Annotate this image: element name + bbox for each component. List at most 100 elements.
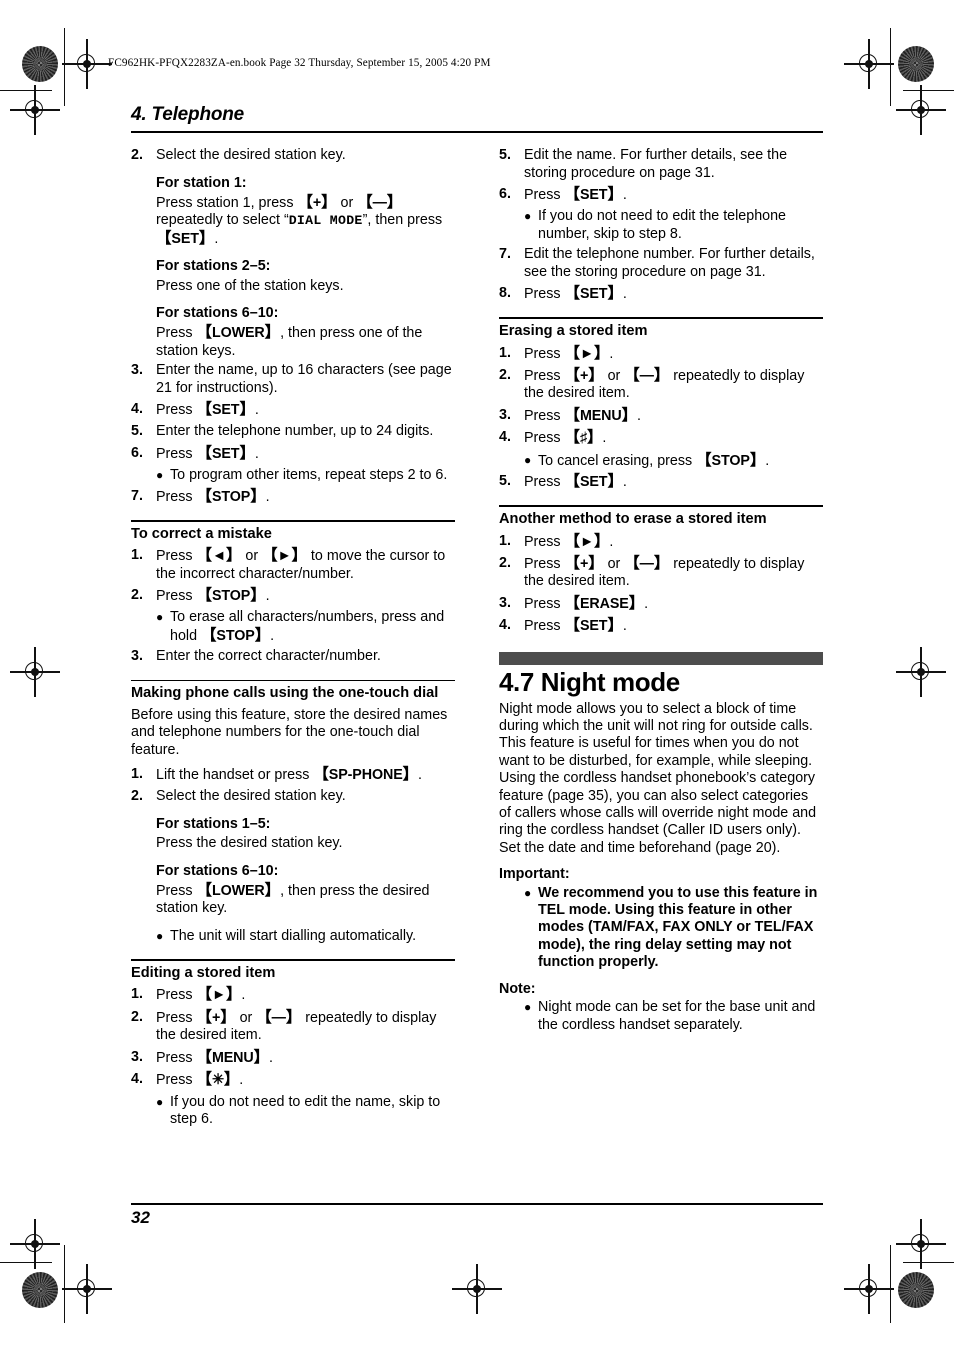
key-bracket-open: 【 <box>156 229 172 247</box>
key-bracket-close: 】 <box>587 429 603 447</box>
key-label: ◄ <box>211 548 226 565</box>
section-rule <box>131 959 455 961</box>
step-text: Edit the telephone number. For further d… <box>524 246 815 280</box>
key-label: SET <box>579 618 608 635</box>
key-cap: 【—】 <box>624 366 669 384</box>
halftone-density-target-top-right <box>898 46 934 82</box>
key-cap: 【STOP】 <box>201 627 270 644</box>
key-bracket-open: 【 <box>196 1008 213 1026</box>
page-number: 32 <box>131 1208 150 1228</box>
bullet-item: ● We recommend you to use this feature in… <box>524 885 823 972</box>
section-intro-paragraph: Before using this feature, store the des… <box>131 706 448 758</box>
numbered-step: 1. Press 【►】. <box>499 345 823 363</box>
important-label: Important: <box>499 866 570 883</box>
bullet-text: Night mode can be set for the base unit … <box>538 999 816 1033</box>
step-text: Press 【♯】. <box>524 429 607 447</box>
bullet-text: To erase all characters/numbers, press a… <box>170 609 445 644</box>
key-bracket-close: 】 <box>250 487 266 505</box>
crop-line-bottom-left-horizontal <box>0 1262 52 1264</box>
key-bracket-close: 】 <box>653 554 670 572</box>
step-text: Press 【SET】. <box>524 472 627 490</box>
step-text: Press 【ERASE】. <box>524 594 649 612</box>
key-cap: 【ERASE】 <box>565 595 645 612</box>
sub-procedure-text: Press station 1, press 【+】 or 【—】 repeat… <box>156 193 443 247</box>
key-cap: 【+】 <box>297 194 336 211</box>
bullet-item: ● To erase all characters/numbers, press … <box>156 609 455 645</box>
right-column: 5. Edit the name. For further details, se… <box>499 147 823 1131</box>
key-bracket-open: 【 <box>196 444 213 462</box>
key-bracket-open: 【 <box>196 1071 213 1089</box>
key-label: STOP <box>216 627 255 644</box>
key-bracket-open: 【 <box>564 472 581 490</box>
bullet-item: ● To cancel erasing, press 【STOP】. <box>524 452 823 470</box>
section-heading: Editing a stored item <box>131 964 276 981</box>
step-text: Press 【+】 or 【—】 repeatedly to display t… <box>524 554 805 590</box>
key-bracket-close: 】 <box>291 547 308 565</box>
book-file-header: FC962HK-PFQX2283ZA-en.book Page 32 Thurs… <box>108 57 491 69</box>
step-number: 2. <box>131 587 143 603</box>
key-label: STOP <box>711 452 750 469</box>
key-bracket-close: 】 <box>250 587 266 604</box>
step-number: 8. <box>499 284 511 301</box>
key-bracket-close: 】 <box>264 324 281 342</box>
numbered-step: 1. Press 【►】. <box>131 986 455 1004</box>
key-label: ► <box>277 548 292 565</box>
bullet-item: ● To program other items, repeat steps 2 … <box>156 467 455 484</box>
key-bracket-open: 【 <box>564 366 581 384</box>
step-number: 5. <box>499 472 511 489</box>
key-label: LOWER <box>211 883 265 900</box>
step-text: Press 【►】. <box>524 532 614 550</box>
feature-title: 4.7 Night mode <box>499 666 680 697</box>
numbered-step: 2. Press 【+】 or 【—】 repeatedly to display… <box>131 1009 455 1045</box>
step-text: Press 【SET】. <box>524 617 627 635</box>
bullet-item: ● If you do not need to edit the telephon… <box>524 208 823 243</box>
key-label: LOWER <box>211 325 265 342</box>
step-text: Press 【MENU】. <box>524 406 642 424</box>
key-bracket-close: 】 <box>607 472 623 490</box>
crop-line-top-right-vertical <box>890 28 892 106</box>
numbered-step: 6. Press 【SET】. <box>131 445 455 463</box>
key-bracket-close: 】 <box>226 547 242 565</box>
footer-rule <box>131 1203 823 1206</box>
key-bracket-close: 】 <box>607 617 623 635</box>
bullet-text: To cancel erasing, press 【STOP】. <box>538 451 770 469</box>
bullet-dot-icon: ● <box>156 610 164 625</box>
key-label: ERASE <box>579 595 629 612</box>
bullet-text: If you do not need to edit the telephone… <box>538 208 787 242</box>
numbered-step: 2. Press 【+】 or 【—】 repeatedly to display… <box>499 367 823 403</box>
numbered-step: 5. Enter the telephone number, up to 24 d… <box>131 423 455 440</box>
step-number: 3. <box>131 648 143 665</box>
step-number: 2. <box>131 788 143 805</box>
key-bracket-open: 【 <box>196 1048 213 1066</box>
key-label: SP-PHONE <box>328 767 403 784</box>
step-text: Lift the handset or press 【SP-PHONE】. <box>156 766 423 784</box>
section-heading: Another method to erase a stored item <box>499 510 767 527</box>
key-cap: 【SET】 <box>196 400 255 418</box>
key-bracket-open: 【 <box>564 406 581 424</box>
step-text: Select the desired station key. <box>156 788 346 805</box>
sub-procedure-heading: For station 1: <box>156 174 247 191</box>
key-cap: 【+】 <box>196 1008 236 1026</box>
key-bracket-open: 【 <box>196 487 213 505</box>
key-bracket-open: 【 <box>624 366 640 384</box>
key-cap: 【►】 <box>262 547 308 565</box>
key-label: ✳ <box>211 1072 224 1089</box>
key-bracket-open: 【 <box>196 400 213 418</box>
key-cap: 【SET】 <box>565 617 623 635</box>
numbered-step: 7. Press 【STOP】. <box>131 488 455 506</box>
key-bracket-close: 】 <box>239 444 255 462</box>
halftone-density-target-bottom-right <box>898 1272 934 1308</box>
numbered-step: 3. Press 【ERASE】. <box>499 595 823 613</box>
key-label: SET <box>579 285 608 302</box>
key-bracket-open: 【 <box>624 554 640 572</box>
registration-mark-top-left <box>62 39 112 89</box>
step-number: 1. <box>499 532 511 549</box>
key-bracket-open: 【 <box>196 587 213 604</box>
step-number: 2. <box>499 554 511 571</box>
numbered-step: 8. Press 【SET】. <box>499 285 823 303</box>
numbered-step: 3. Press 【MENU】. <box>499 407 823 425</box>
key-cap: 【+】 <box>564 366 604 384</box>
step-number: 1. <box>131 547 143 564</box>
numbered-step: 2. Select the desired station key. <box>131 788 455 805</box>
sub-procedure: For stations 2–5: Press one of the statio… <box>156 258 455 295</box>
